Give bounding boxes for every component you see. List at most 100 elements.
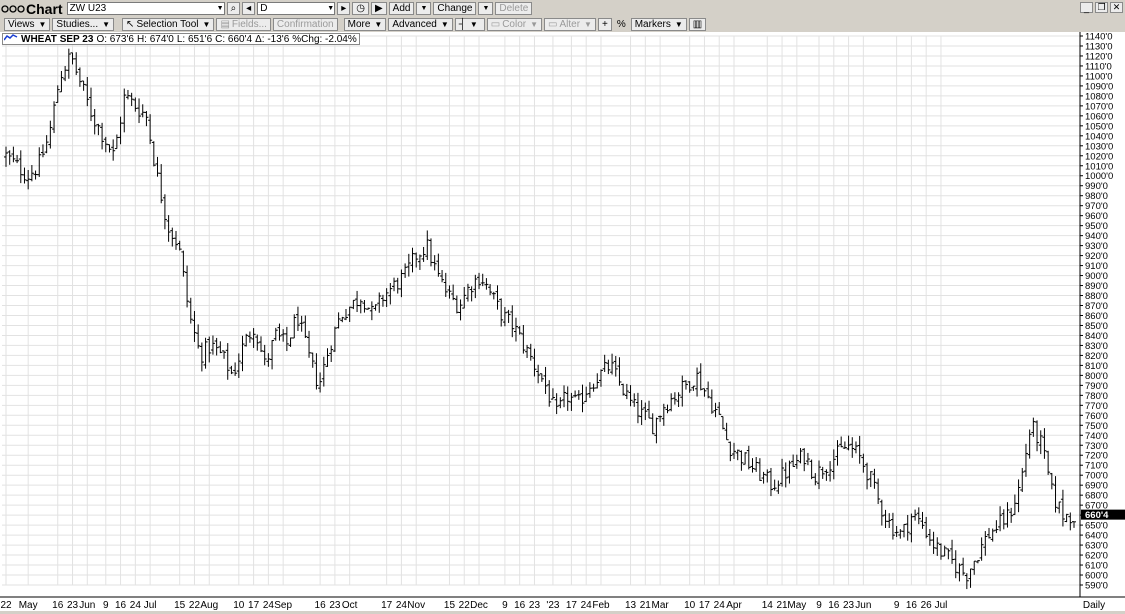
trash-icon[interactable]: ▥	[688, 18, 707, 31]
confirmation-button[interactable]: Confirmation	[272, 18, 338, 31]
crosshair-button[interactable]: +	[597, 18, 612, 31]
x-tick-label: 9	[502, 600, 508, 611]
x-tick-label: 24	[396, 600, 408, 611]
legend-low: L: 651'6	[176, 33, 213, 45]
color-button[interactable]: ▭ Color ▼	[486, 18, 543, 31]
x-tick-label: 23	[329, 600, 341, 611]
chevron-down-icon: ▼	[530, 20, 539, 29]
x-tick-label: Sep	[274, 600, 292, 611]
chevron-left-icon[interactable]: ◂	[242, 2, 256, 15]
color-swatch-icon: ▭	[490, 19, 501, 30]
line-chart-icon	[3, 33, 18, 45]
legend-change: Δ: -13'6	[255, 33, 290, 45]
ohlc-bar-icon: ┤	[458, 19, 466, 30]
restore-icon[interactable]: ❐	[1095, 2, 1108, 13]
clock-icon[interactable]: ◷	[352, 2, 369, 15]
x-tick-label: 17	[248, 600, 260, 611]
x-tick-label: Oct	[342, 600, 358, 611]
chevron-down-icon: ▼	[469, 20, 478, 29]
play-icon[interactable]: ▶	[370, 2, 387, 15]
more-label: More	[347, 19, 371, 30]
close-icon[interactable]: ✕	[1110, 2, 1123, 13]
x-tick-label: Jun	[855, 600, 871, 611]
last-price-label: 660'4	[1085, 510, 1109, 521]
x-tick-label: 24	[263, 600, 275, 611]
x-tick-label: 15	[444, 600, 456, 611]
legend-symbol-name: WHEAT SEP 23	[21, 33, 94, 45]
symbol-input[interactable]: ZW U23 ▼	[66, 2, 225, 15]
chevron-down-icon: ▼	[674, 20, 683, 29]
views-label: Views	[8, 19, 35, 30]
bar-style-button[interactable]: ┤ ▼	[454, 18, 485, 31]
chevron-down-icon[interactable]: ▼	[217, 5, 224, 12]
y-tick-label: 590'0	[1085, 581, 1108, 592]
x-tick-label: 17	[699, 600, 711, 611]
color-label: Color	[502, 19, 527, 30]
delete-button[interactable]: Delete	[495, 2, 533, 15]
alter-icon: ▭	[548, 19, 558, 30]
chevron-right-icon[interactable]: ▸	[337, 2, 351, 15]
x-tick-label: 9	[894, 600, 900, 611]
x-tick-label: 23	[67, 600, 79, 611]
x-tick-label: 24	[714, 600, 726, 611]
cursor-arrow-icon: ↖	[126, 19, 135, 30]
studies-button[interactable]: Studies... ▼	[52, 18, 115, 31]
x-tick-label: Aug	[200, 600, 218, 611]
legend-open: O: 673'6	[96, 33, 134, 45]
crosshair-icon: +	[601, 19, 608, 30]
selection-tool-button[interactable]: ↖ Selection Tool ▼	[122, 18, 215, 31]
change-button[interactable]: Change	[433, 2, 477, 15]
minimize-icon[interactable]: _	[1080, 2, 1093, 13]
legend-high: H: 674'0	[136, 33, 174, 45]
x-tick-label: 22	[459, 600, 471, 611]
selection-tool-label: Selection Tool	[136, 19, 199, 30]
interval-value: D	[260, 3, 268, 14]
x-tick-label: 16	[115, 600, 127, 611]
x-tick-label: 21	[640, 600, 652, 611]
x-tick-label: Jul	[935, 600, 948, 611]
percent-button[interactable]: %	[614, 18, 629, 31]
x-tick-label: 26	[921, 600, 933, 611]
chevron-down-icon[interactable]: ▼	[327, 5, 334, 12]
x-tick-label: 21	[776, 600, 788, 611]
x-tick-label: 22	[0, 600, 12, 611]
change-dropdown-icon[interactable]: ▼	[478, 2, 494, 15]
markers-button[interactable]: Markers ▼	[630, 18, 687, 31]
interval-label: Daily	[1083, 600, 1105, 611]
chart-legend[interactable]: WHEAT SEP 23 O: 673'6 H: 674'0 L: 651'6 …	[2, 33, 360, 45]
chevron-down-icon: ▼	[202, 20, 211, 29]
x-tick-label: 9	[816, 600, 822, 611]
add-dropdown-icon[interactable]: ▼	[416, 2, 432, 15]
chart-canvas[interactable]: 1140'01130'01120'01110'01100'01090'01080…	[0, 32, 1125, 611]
price-chart[interactable]: WHEAT SEP 23 O: 673'6 H: 674'0 L: 651'6 …	[0, 32, 1125, 611]
views-button[interactable]: Views ▼	[4, 18, 51, 31]
chart-toolbar: Views ▼ Studies... ▼ ↖ Selection Tool ▼ ▤ Fie…	[0, 17, 1125, 32]
legend-pct-change: %Chg: -2.04%	[292, 33, 357, 45]
more-button[interactable]: More ▼	[343, 18, 387, 31]
x-tick-label: 16	[315, 600, 327, 611]
advanced-label: Advanced	[392, 19, 437, 30]
x-tick-label: 16	[906, 600, 918, 611]
x-tick-label: 24	[581, 600, 593, 611]
add-button[interactable]: Add	[388, 2, 415, 15]
x-tick-label: 16	[828, 600, 840, 611]
search-icon[interactable]: ⌕	[226, 2, 241, 15]
x-tick-label: Mar	[651, 600, 669, 611]
fields-button[interactable]: ▤ Fields...	[216, 18, 271, 31]
alter-button[interactable]: ▭ Alter ▼	[544, 18, 596, 31]
x-tick-label: 23	[529, 600, 541, 611]
x-tick-label: 22	[189, 600, 201, 611]
studies-label: Studies...	[56, 19, 99, 30]
x-tick-label: 23	[843, 600, 855, 611]
window-title: Chart	[26, 0, 63, 17]
interval-input[interactable]: D ▼	[257, 2, 336, 15]
symbol-value: ZW U23	[69, 3, 107, 14]
percent-label: %	[616, 19, 626, 30]
confirmation-label: Confirmation	[276, 19, 334, 30]
window-controls: _ ❐ ✕	[1080, 2, 1123, 13]
x-tick-label: Feb	[592, 600, 610, 611]
x-tick-label: 10	[233, 600, 245, 611]
x-tick-label: Apr	[726, 600, 742, 611]
x-tick-label: Jun	[79, 600, 95, 611]
advanced-button[interactable]: Advanced ▼	[388, 18, 453, 31]
